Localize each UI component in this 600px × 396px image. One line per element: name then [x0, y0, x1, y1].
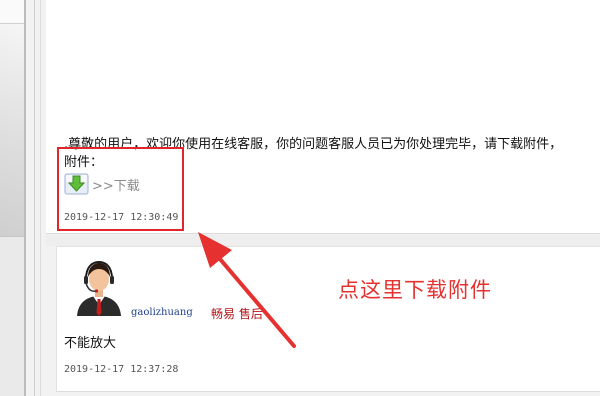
- message-timestamp: 2019-12-17 12:37:28: [64, 364, 179, 375]
- message-separator: [46, 234, 600, 246]
- message-text: 不能放大: [64, 336, 117, 351]
- left-sidebar: [0, 0, 24, 396]
- sidebar-top-block: [0, 0, 24, 24]
- annotation-text: 点这里下载附件: [338, 278, 492, 302]
- sidebar-lower-panel: [0, 237, 24, 396]
- highlight-box: [57, 147, 184, 231]
- annotation-arrow: [198, 232, 296, 348]
- divider-line: [34, 0, 35, 396]
- scroll-rail[interactable]: [24, 0, 26, 396]
- support-agent-avatar: [74, 258, 124, 316]
- sidebar-panel: [0, 24, 24, 236]
- divider-line: [40, 0, 41, 396]
- username[interactable]: gaolizhuang: [131, 307, 193, 318]
